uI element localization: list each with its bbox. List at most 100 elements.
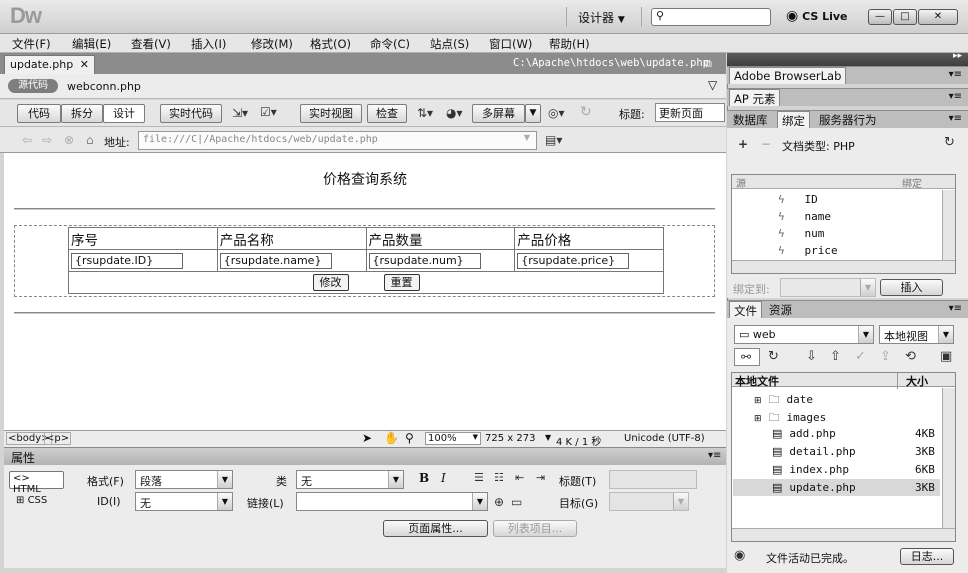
- tab-assets[interactable]: 资源: [765, 301, 796, 318]
- title-input[interactable]: [609, 470, 697, 489]
- inspect-browser-icon[interactable]: ⇲▾: [232, 106, 248, 120]
- file-row-add[interactable]: ▤ add.php 4KB: [772, 427, 962, 440]
- preview-browser-icon[interactable]: ◕▾: [446, 106, 463, 120]
- multiscreen-button[interactable]: 多屏幕: [472, 104, 525, 123]
- workspace-switcher[interactable]: 设计器 ▼: [578, 9, 625, 26]
- properties-header[interactable]: 属性 ▾≡: [4, 447, 726, 465]
- list-item-button[interactable]: 列表项目...: [493, 520, 577, 537]
- name-field[interactable]: {rsupdate.name}: [219, 252, 332, 269]
- submit-button[interactable]: 修改: [312, 274, 349, 291]
- html-mode-button[interactable]: <> HTML: [9, 471, 64, 495]
- page-properties-button[interactable]: 页面属性...: [383, 520, 488, 537]
- target-select[interactable]: ▼: [609, 492, 689, 511]
- zoom-tool-icon[interactable]: ⚲: [405, 431, 414, 445]
- point-to-file-icon[interactable]: ⊕: [494, 495, 504, 509]
- file-row-date[interactable]: ⊞ 🗀 date: [754, 391, 944, 410]
- code-view-button[interactable]: 代码: [17, 104, 61, 123]
- indent-icon[interactable]: ⇥: [536, 471, 545, 485]
- binding-item[interactable]: ϟ name: [778, 210, 831, 223]
- source-code-pill[interactable]: 源代码: [8, 79, 58, 93]
- file-row-images[interactable]: ⊞ 🗀 images: [754, 409, 944, 428]
- reset-button[interactable]: 重置: [383, 274, 420, 291]
- id-field[interactable]: {rsupdate.ID}: [71, 252, 183, 269]
- file-row-detail[interactable]: ▤ detail.php 3KB: [772, 445, 962, 458]
- menu-edit[interactable]: 编辑(E): [72, 36, 111, 52]
- binding-item[interactable]: ϟ num: [778, 227, 824, 240]
- site-select[interactable]: ▭ web ▼: [734, 325, 874, 344]
- hand-tool-icon[interactable]: ✋: [384, 431, 399, 445]
- bindings-scrollbar[interactable]: [942, 190, 955, 260]
- panel-menu-icon[interactable]: ▾≡: [949, 113, 962, 124]
- tab-files[interactable]: 文件: [729, 301, 762, 318]
- menu-format[interactable]: 格式(O): [310, 36, 351, 52]
- menu-view[interactable]: 查看(V): [131, 36, 171, 52]
- search-input[interactable]: ⚲: [651, 8, 771, 26]
- add-binding-icon[interactable]: +: [738, 137, 748, 151]
- home-icon[interactable]: ⌂: [86, 133, 94, 147]
- close-button[interactable]: ✕: [918, 9, 958, 25]
- tab-bindings[interactable]: 绑定: [777, 111, 810, 128]
- panel-menu-icon[interactable]: ▾≡: [708, 450, 721, 461]
- browse-folder-icon[interactable]: ▭: [511, 495, 522, 509]
- chevron-down-icon[interactable]: ▼: [519, 133, 535, 148]
- binding-item[interactable]: ϟ price: [778, 244, 838, 257]
- binding-item[interactable]: ϟ ID: [778, 193, 818, 206]
- menu-modify[interactable]: 修改(M): [251, 36, 293, 52]
- tab-server-behaviors[interactable]: 服务器行为: [815, 111, 881, 128]
- menu-help[interactable]: 帮助(H): [549, 36, 590, 52]
- files-scrollbar[interactable]: [942, 388, 955, 528]
- refresh-icon[interactable]: ↻: [944, 136, 955, 150]
- get-files-icon[interactable]: ⇩: [806, 350, 817, 364]
- check-in-icon[interactable]: ⇪: [880, 350, 891, 364]
- num-field[interactable]: {rsupdate.num}: [368, 252, 481, 269]
- tab-database[interactable]: 数据库: [729, 111, 772, 128]
- tab-browserlab[interactable]: Adobe BrowserLab: [729, 67, 847, 84]
- zoom-select[interactable]: 100% ▼: [425, 432, 481, 445]
- multiscreen-dropdown[interactable]: ▼: [525, 104, 541, 123]
- chevron-down-icon[interactable]: ▼: [545, 433, 551, 442]
- format-select[interactable]: 段落 ▼: [135, 470, 233, 489]
- restore-icon[interactable]: ⧉: [704, 57, 712, 71]
- validate-icon[interactable]: ☑▾: [260, 105, 277, 119]
- forward-icon[interactable]: ⇨: [42, 133, 52, 147]
- expand-view-icon[interactable]: ▣: [940, 350, 952, 364]
- maximize-button[interactable]: □: [893, 9, 917, 25]
- menu-insert[interactable]: 插入(I): [191, 36, 226, 52]
- bold-button[interactable]: B: [419, 471, 429, 485]
- design-view-button[interactable]: 设计: [103, 104, 145, 123]
- insert-binding-button[interactable]: 插入: [880, 279, 943, 296]
- remove-binding-icon[interactable]: −: [761, 137, 771, 151]
- address-input[interactable]: file:///C|/Apache/htdocs/web/update.php: [138, 131, 537, 150]
- price-field[interactable]: {rsupdate.price}: [517, 252, 630, 269]
- page-title-input[interactable]: 更新页面: [655, 103, 725, 122]
- bind-to-select[interactable]: ▼: [780, 278, 876, 297]
- refresh-icon[interactable]: ↻: [768, 350, 779, 364]
- unordered-list-icon[interactable]: ☰: [474, 471, 484, 485]
- check-out-icon[interactable]: ✓: [855, 350, 866, 364]
- select-tool-icon[interactable]: ➤: [362, 431, 372, 445]
- filter-icon[interactable]: ▽: [708, 78, 717, 92]
- italic-button[interactable]: I: [441, 471, 446, 485]
- css-mode-button[interactable]: ⊞ CSS: [16, 495, 47, 506]
- id-select[interactable]: 无 ▼: [135, 492, 233, 511]
- view-select[interactable]: 本地视图 ▼: [879, 325, 954, 344]
- put-files-icon[interactable]: ⇧: [830, 350, 841, 364]
- panel-menu-icon[interactable]: ▾≡: [949, 69, 962, 80]
- log-button[interactable]: 日志...: [900, 548, 954, 565]
- panel-menu-icon[interactable]: ▾≡: [949, 91, 962, 102]
- synchronize-icon[interactable]: ⟲: [905, 350, 916, 364]
- design-view[interactable]: 价格查询系统 序号 产品名称 产品数量 产品价格 {rsupdate.ID} {…: [4, 153, 726, 430]
- live-view-button[interactable]: 实时视图: [300, 104, 362, 123]
- file-row-index[interactable]: ▤ index.php 6KB: [772, 463, 962, 476]
- stop-icon[interactable]: ⊗: [64, 133, 74, 147]
- connect-button[interactable]: ⚯: [734, 348, 760, 366]
- inspect-button[interactable]: 检查: [367, 104, 407, 123]
- tag-p[interactable]: <p>: [44, 432, 72, 445]
- menu-site[interactable]: 站点(S): [430, 36, 469, 52]
- expand-icon[interactable]: ▸▸: [953, 51, 962, 61]
- document-tab[interactable]: update.php ✕: [4, 55, 95, 74]
- cs-live-button[interactable]: ◉ CS Live: [786, 8, 848, 24]
- file-management-icon[interactable]: ⇅▾: [417, 106, 433, 120]
- live-code-button[interactable]: 实时代码: [160, 104, 222, 123]
- menu-window[interactable]: 窗口(W): [489, 36, 532, 52]
